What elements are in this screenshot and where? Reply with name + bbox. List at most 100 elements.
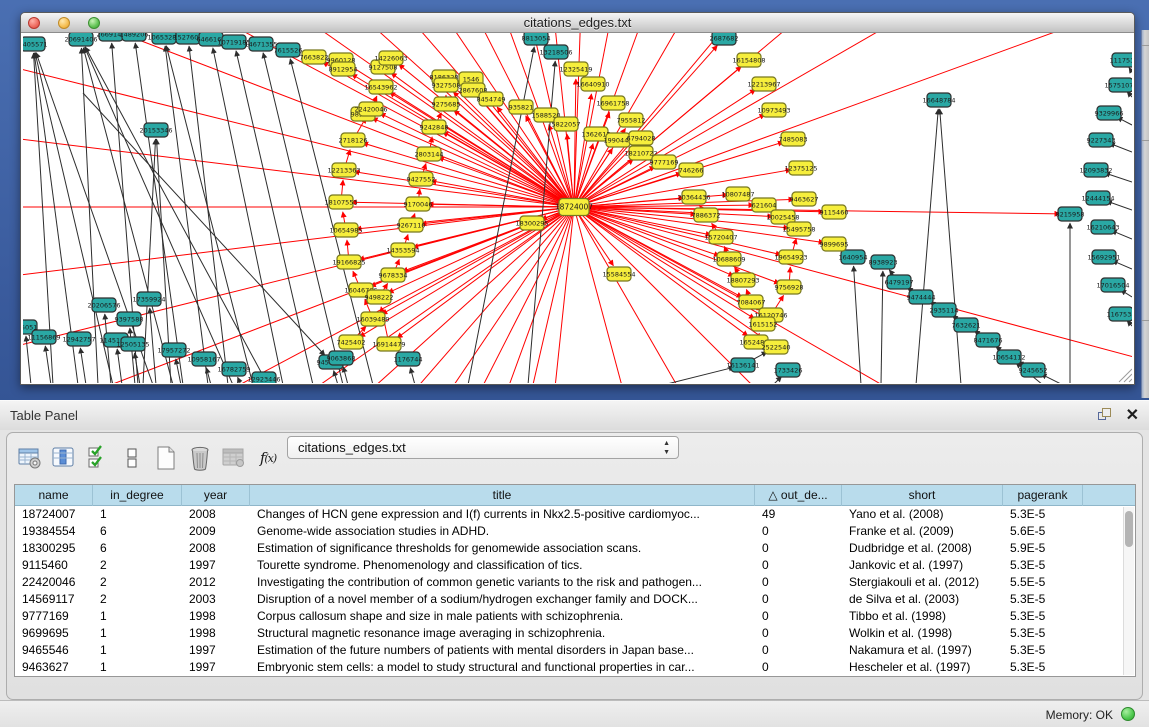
graph-node[interactable]: 9327508 bbox=[432, 78, 461, 92]
graph-node[interactable]: 9397588 bbox=[115, 312, 144, 326]
graph-node[interactable]: 20364436 bbox=[677, 190, 710, 204]
graph-node[interactable]: 6794028 bbox=[627, 131, 656, 145]
graph-node[interactable]: 12375125 bbox=[784, 161, 817, 175]
graph-node[interactable]: 2522540 bbox=[762, 340, 791, 354]
row-height-button[interactable] bbox=[117, 444, 147, 472]
graph-node[interactable]: 16782759 bbox=[217, 362, 250, 376]
table-row[interactable]: 1872400712008Changes of HCN gene express… bbox=[15, 506, 1135, 523]
graph-node[interactable]: 7485083 bbox=[779, 132, 808, 146]
network-canvas[interactable]: 1405571206914062669141148920610653287152… bbox=[23, 33, 1132, 383]
graph-node[interactable]: 10973493 bbox=[757, 103, 790, 117]
graph-node[interactable]: 12444154 bbox=[1081, 191, 1114, 205]
graph-node[interactable]: 9463627 bbox=[790, 192, 819, 206]
graph-node[interactable]: 15751074 bbox=[1104, 78, 1132, 92]
graph-node[interactable]: 10654985 bbox=[329, 223, 362, 237]
graph-node[interactable]: 2935114 bbox=[930, 303, 959, 317]
graph-node[interactable]: 9498222 bbox=[365, 290, 394, 304]
graph-node[interactable]: 10958167 bbox=[187, 352, 220, 366]
window-titlebar[interactable]: citations_edges.txt bbox=[21, 13, 1134, 33]
graph-node[interactable]: 18724007 bbox=[555, 199, 593, 216]
new-file-button[interactable] bbox=[151, 444, 181, 472]
graph-node[interactable]: 16039489 bbox=[356, 312, 389, 326]
graph-node[interactable]: 7084067 bbox=[737, 295, 766, 309]
graph-node[interactable]: 16543962 bbox=[364, 80, 397, 94]
graph-node[interactable]: 16961758 bbox=[596, 96, 629, 110]
column-header[interactable]: year bbox=[182, 485, 250, 506]
graph-node[interactable]: 11156869 bbox=[27, 330, 60, 344]
graph-node[interactable]: 1117530 bbox=[1110, 53, 1132, 67]
graph-node[interactable]: 16648784 bbox=[922, 93, 955, 107]
graph-node[interactable]: 13218506 bbox=[539, 45, 572, 59]
graph-node[interactable]: 20153346 bbox=[139, 123, 172, 137]
graph-node[interactable]: 10688609 bbox=[712, 252, 745, 266]
table-row[interactable]: 1938455462009Genome-wide association stu… bbox=[15, 523, 1135, 540]
graph-node[interactable]: 15692951 bbox=[1087, 250, 1120, 264]
select-column-button[interactable] bbox=[49, 444, 79, 472]
graph-node[interactable]: 19654923 bbox=[774, 250, 807, 264]
node-table[interactable]: namein_degreeyeartitle△ out_de...shortpa… bbox=[14, 484, 1136, 677]
graph-node[interactable]: 16640910 bbox=[576, 77, 609, 91]
graph-node[interactable]: 7615526 bbox=[274, 43, 303, 57]
network-graph-area[interactable]: 1405571206914062669141148920610653287152… bbox=[23, 33, 1132, 383]
column-header[interactable]: in_degree bbox=[93, 485, 182, 506]
graph-node[interactable]: 8938923 bbox=[869, 255, 898, 269]
graph-node[interactable]: 2803144 bbox=[415, 147, 444, 161]
graph-node[interactable]: 9245652 bbox=[1019, 363, 1048, 377]
table-row[interactable]: 911546021997Tourette syndrome. Phenomeno… bbox=[15, 557, 1135, 574]
graph-node[interactable]: 9474444 bbox=[907, 290, 936, 304]
graph-node[interactable]: 9275685 bbox=[432, 97, 461, 111]
graph-node[interactable]: 12213967 bbox=[747, 77, 780, 91]
table-row[interactable]: 977716911998Corpus callosum shape and si… bbox=[15, 608, 1135, 625]
graph-node[interactable]: 7955812 bbox=[617, 113, 646, 127]
graph-node[interactable]: 9899695 bbox=[820, 237, 849, 251]
graph-node[interactable]: 1615152 bbox=[749, 317, 778, 331]
graph-node[interactable]: 9427552 bbox=[407, 172, 436, 186]
graph-node[interactable]: 15495758 bbox=[782, 222, 815, 236]
table-row[interactable]: 946362711997Embryonic stem cells: a mode… bbox=[15, 659, 1135, 676]
graph-node[interactable]: 10807487 bbox=[721, 187, 754, 201]
graph-node[interactable]: 9170046 bbox=[404, 197, 433, 211]
graph-node[interactable]: 9063868 bbox=[327, 351, 356, 365]
graph-node[interactable]: 1167534 bbox=[1107, 307, 1132, 321]
graph-node[interactable]: 12213363 bbox=[327, 163, 360, 177]
function-builder-button[interactable]: f(x) bbox=[253, 444, 283, 472]
graph-node[interactable]: 1489206 bbox=[120, 33, 149, 41]
graph-node[interactable]: 1640954 bbox=[839, 250, 868, 264]
table-row[interactable]: 969969511998Structural magnetic resonanc… bbox=[15, 625, 1135, 642]
column-header[interactable]: name bbox=[15, 485, 93, 506]
graph-node[interactable]: 12093832 bbox=[1079, 163, 1112, 177]
graph-node[interactable]: 8215958 bbox=[1056, 207, 1085, 221]
graph-node[interactable]: 9678334 bbox=[379, 268, 408, 282]
delete-button[interactable] bbox=[185, 444, 215, 472]
graph-node[interactable]: 12505135 bbox=[116, 337, 149, 351]
float-panel-icon[interactable] bbox=[1097, 408, 1113, 424]
graph-node[interactable]: 10654112 bbox=[992, 350, 1025, 364]
resize-grip-icon[interactable] bbox=[1119, 369, 1132, 382]
graph-node[interactable]: 935821 bbox=[509, 100, 534, 114]
graph-node[interactable]: 18807293 bbox=[726, 273, 759, 287]
graph-node[interactable]: 7886372 bbox=[692, 208, 721, 222]
table-source-dropdown[interactable]: citations_edges.txt ▲▼ bbox=[287, 436, 679, 459]
graph-node[interactable]: 12923446 bbox=[247, 372, 280, 383]
graph-node[interactable]: 1405571 bbox=[23, 37, 47, 51]
graph-node[interactable]: 19166825 bbox=[332, 255, 365, 269]
graph-node[interactable]: 17016504 bbox=[1096, 278, 1129, 292]
graph-node[interactable]: 7425402 bbox=[337, 335, 366, 349]
graph-node[interactable]: 5822057 bbox=[552, 117, 581, 131]
graph-node[interactable]: 9267110 bbox=[397, 218, 426, 232]
graph-node[interactable]: 17957272 bbox=[157, 343, 190, 357]
graph-node[interactable]: 16210643 bbox=[1086, 220, 1119, 234]
graph-node[interactable]: 17359924 bbox=[132, 292, 165, 306]
table-scrollbar[interactable] bbox=[1123, 507, 1134, 675]
graph-node[interactable]: 22420046 bbox=[354, 102, 387, 116]
table-row[interactable]: 2242004622012Investigating the contribut… bbox=[15, 574, 1135, 591]
column-header[interactable]: △ out_de... bbox=[755, 485, 842, 506]
graph-node[interactable]: 2687682 bbox=[710, 33, 739, 45]
graph-node[interactable]: 8454749 bbox=[477, 92, 506, 106]
scrollbar-thumb[interactable] bbox=[1125, 511, 1133, 547]
graph-node[interactable]: 14226063 bbox=[374, 51, 407, 65]
graph-node[interactable]: 12325419 bbox=[559, 62, 592, 76]
graph-node[interactable]: 8471676 bbox=[974, 333, 1003, 347]
graph-node[interactable]: 16154808 bbox=[732, 53, 765, 67]
graph-node[interactable]: 15584554 bbox=[602, 267, 635, 281]
